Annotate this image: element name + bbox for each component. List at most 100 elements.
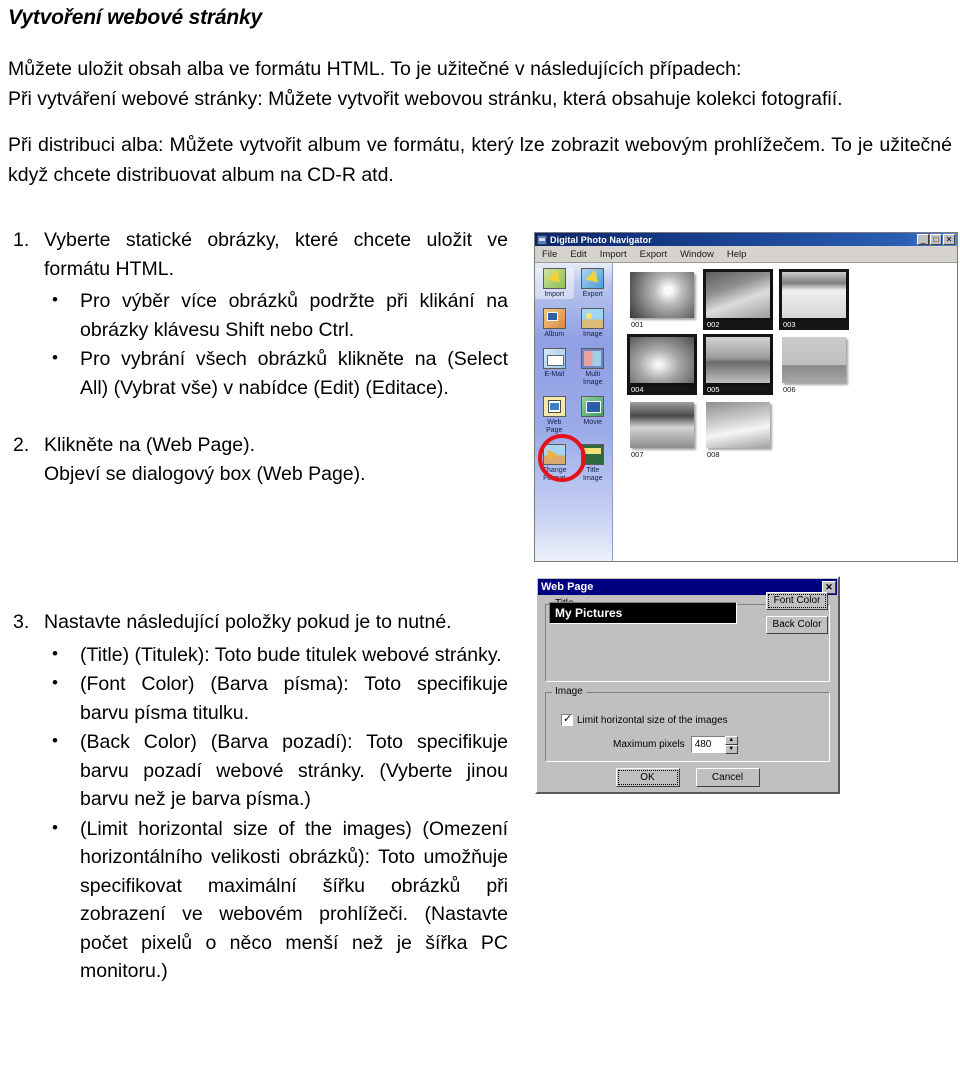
- stepper-arrows[interactable]: ▲ ▼: [724, 736, 738, 754]
- title-input[interactable]: My Pictures: [549, 602, 737, 624]
- step-3: 3. Nastavte následující položky pokud je…: [8, 608, 508, 986]
- dialog-actions: OK Cancel: [537, 768, 838, 787]
- ok-button[interactable]: OK: [615, 768, 680, 787]
- image-icon: [581, 308, 605, 329]
- thumbnail-image: [706, 402, 770, 448]
- sidebar-item-album[interactable]: Album: [535, 308, 574, 339]
- thumbnail-label: 005: [707, 385, 720, 394]
- font-color-button[interactable]: Font Color: [766, 592, 828, 610]
- thumbnail-label: 002: [707, 320, 720, 329]
- minimize-icon[interactable]: _: [917, 234, 929, 245]
- app-icon: [537, 234, 547, 245]
- sidebar-item-label: E-Mail: [544, 371, 565, 378]
- navigator-sidebar: Import Export Album Image E-Mail Multi I…: [535, 263, 613, 561]
- menu-item-help[interactable]: Help: [727, 249, 747, 260]
- step-1-bullets: • Pro výběr více obrázků podržte při kli…: [44, 287, 508, 402]
- digital-photo-navigator-screenshot: Digital Photo Navigator _ □ ✕ File Edit …: [534, 232, 958, 562]
- sidebar-item-change-format[interactable]: Change Format: [535, 444, 574, 483]
- thumbnail-image: [782, 272, 846, 318]
- step-3-number: 3.: [13, 611, 30, 633]
- bullet-icon: •: [52, 643, 58, 663]
- close-icon[interactable]: ✕: [943, 234, 955, 245]
- step-1: 1. Vyberte statické obrázky, které chcet…: [8, 226, 508, 402]
- sidebar-item-label: Multi: [585, 371, 601, 378]
- maximize-icon[interactable]: □: [930, 234, 942, 245]
- table-row[interactable]: 003: [779, 269, 849, 330]
- sidebar-item-label: Album: [544, 331, 565, 338]
- sidebar-item-label: Image: [583, 331, 603, 338]
- sidebar-item-email[interactable]: E-Mail: [535, 348, 574, 387]
- thumbnail-image: [630, 402, 694, 448]
- document-page: Vytvoření webové stránky Můžete uložit o…: [0, 0, 960, 1080]
- menu-item-window[interactable]: Window: [680, 249, 714, 260]
- sidebar-item-label: Export: [582, 291, 603, 298]
- email-icon: [542, 348, 566, 369]
- table-row[interactable]: 007: [627, 399, 697, 460]
- intro-line-3: Při distribuci alba: Můžete vytvořit alb…: [8, 134, 952, 186]
- sidebar-item-label-2: Page: [546, 427, 563, 434]
- cancel-button[interactable]: Cancel: [695, 768, 760, 787]
- sidebar-item-movie[interactable]: Movie: [574, 396, 613, 435]
- list-item: • Pro výběr více obrázků podržte při kli…: [44, 287, 508, 344]
- table-row[interactable]: 004: [627, 334, 697, 395]
- bullet-icon: •: [52, 817, 58, 837]
- maximum-pixels-row: Maximum pixels 480 ▲ ▼: [613, 736, 738, 754]
- page-title: Vytvoření webové stránky: [8, 6, 262, 29]
- table-row[interactable]: 001: [627, 269, 697, 330]
- limit-horizontal-size-checkbox[interactable]: [561, 713, 573, 726]
- back-color-button[interactable]: Back Color: [766, 616, 828, 634]
- album-icon: [542, 308, 566, 329]
- sidebar-item-import[interactable]: Import: [535, 268, 574, 299]
- menu-item-file[interactable]: File: [542, 249, 557, 260]
- maximum-pixels-input[interactable]: 480: [690, 736, 725, 753]
- web-page-dialog-screenshot: Web Page ✕ Title My Pictures Font Color …: [535, 576, 840, 794]
- sidebar-item-title-image[interactable]: Title Image: [574, 444, 613, 483]
- multi-image-icon: [581, 348, 605, 369]
- list-item-label: (Back Color) (Barva pozadí): Toto specif…: [80, 731, 508, 810]
- sidebar-item-multi-image[interactable]: Multi Image: [574, 348, 613, 387]
- quantity-stepper[interactable]: 480 ▲ ▼: [690, 736, 738, 754]
- intro-line-1: Můžete uložit obsah alba ve formátu HTML…: [8, 58, 742, 80]
- menu-item-export[interactable]: Export: [640, 249, 667, 260]
- list-item: • (Title) (Titulek): Toto bude titulek w…: [44, 641, 508, 670]
- thumbnail-image: [630, 272, 694, 318]
- table-row[interactable]: 006: [779, 334, 849, 395]
- sidebar-item-image[interactable]: Image: [574, 308, 613, 339]
- thumbnail-label: 001: [631, 320, 644, 329]
- sidebar-item-label: Web: [547, 419, 562, 426]
- limit-horizontal-size-row[interactable]: Limit horizontal size of the images: [561, 713, 728, 726]
- maximum-pixels-label: Maximum pixels: [613, 739, 685, 750]
- step-3-bullets: • (Title) (Titulek): Toto bude titulek w…: [44, 641, 508, 986]
- sidebar-item-label-2: Image: [583, 379, 603, 386]
- list-item-label: Pro vybrání všech obrázků klikněte na (S…: [80, 348, 508, 399]
- menu-item-edit[interactable]: Edit: [570, 249, 586, 260]
- navigator-menubar: File Edit Import Export Window Help: [535, 246, 957, 263]
- menu-item-import[interactable]: Import: [600, 249, 627, 260]
- list-item: • (Back Color) (Barva pozadí): Toto spec…: [44, 728, 508, 814]
- intro-line-2: Při vytváření webové stránky: Můžete vyt…: [8, 88, 843, 110]
- thumbnail-image: [706, 272, 770, 318]
- window-controls: _ □ ✕: [917, 234, 955, 245]
- table-row[interactable]: 005: [703, 334, 773, 395]
- thumbnail-image: [706, 337, 770, 383]
- step-2-text: Klikněte na (Web Page).: [44, 434, 256, 456]
- sidebar-item-web-page[interactable]: Web Page: [535, 396, 574, 435]
- thumbnail-row: 004 005 006: [627, 334, 957, 395]
- thumbnail-label: 003: [783, 320, 796, 329]
- sidebar-item-export[interactable]: Export: [574, 268, 613, 299]
- sidebar-item-label: Title: [586, 467, 600, 474]
- movie-icon: [581, 396, 605, 417]
- import-icon: [542, 268, 566, 289]
- image-group-legend: Image: [552, 686, 586, 697]
- chevron-down-icon[interactable]: ▼: [724, 745, 738, 754]
- table-row[interactable]: 002: [703, 269, 773, 330]
- thumbnail-image: [630, 337, 694, 383]
- bullet-icon: •: [52, 348, 58, 367]
- thumbnail-label: 006: [783, 385, 796, 394]
- list-item: • (Font Color) (Barva písma): Toto speci…: [44, 670, 508, 727]
- export-icon: [581, 268, 605, 289]
- chevron-up-icon[interactable]: ▲: [724, 736, 738, 745]
- list-item: • (Limit horizontal size of the images) …: [44, 815, 508, 986]
- table-row[interactable]: 008: [703, 399, 773, 460]
- bullet-icon: •: [52, 673, 58, 692]
